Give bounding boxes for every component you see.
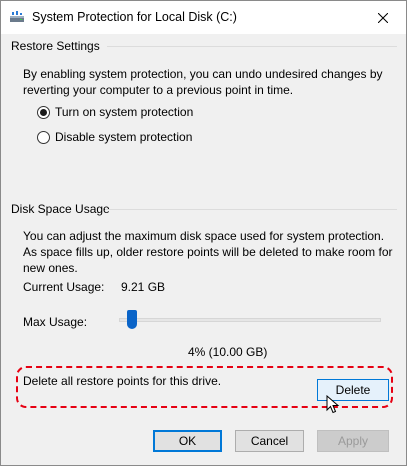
max-usage-slider-thumb[interactable]	[127, 310, 137, 329]
current-usage-value: 9.21 GB	[121, 280, 166, 294]
restore-settings-description: By enabling system protection, you can u…	[23, 67, 383, 97]
mouse-pointer-icon	[326, 395, 340, 414]
restore-settings-label: Restore Settings	[11, 39, 100, 53]
close-button[interactable]	[360, 1, 406, 34]
max-usage-slider-track[interactable]	[119, 318, 381, 322]
restore-settings-divider	[107, 46, 397, 47]
ok-button[interactable]: OK	[153, 430, 222, 452]
radio-button-unselected[interactable]	[37, 130, 50, 144]
drive-protection-icon	[10, 11, 24, 22]
max-usage-label: Max Usage:	[23, 315, 88, 329]
system-protection-dialog: System Protection for Local Disk (C:) Re…	[0, 0, 407, 466]
close-icon	[378, 12, 388, 23]
window-title: System Protection for Local Disk (C:)	[32, 10, 237, 24]
title-bar: System Protection for Local Disk (C:)	[1, 1, 406, 34]
radio-label-disable: Disable system protection	[55, 130, 193, 144]
disk-space-divider	[105, 209, 397, 210]
current-usage-label: Current Usage:	[23, 280, 105, 294]
radio-turn-on-protection[interactable]: Turn on system protection	[37, 105, 193, 119]
delete-restore-points-text: Delete all restore points for this drive…	[23, 374, 222, 388]
radio-label-turn-on: Turn on system protection	[55, 105, 194, 119]
disk-space-usage-label: Disk Space Usage	[11, 202, 110, 216]
disk-space-description: You can adjust the maximum disk space us…	[23, 229, 393, 275]
cancel-button[interactable]: Cancel	[235, 430, 304, 452]
max-usage-readout: 4% (10.00 GB)	[188, 345, 268, 359]
apply-button[interactable]: Apply	[317, 430, 389, 452]
radio-button-selected[interactable]	[37, 105, 50, 119]
radio-disable-protection[interactable]: Disable system protection	[37, 130, 192, 144]
